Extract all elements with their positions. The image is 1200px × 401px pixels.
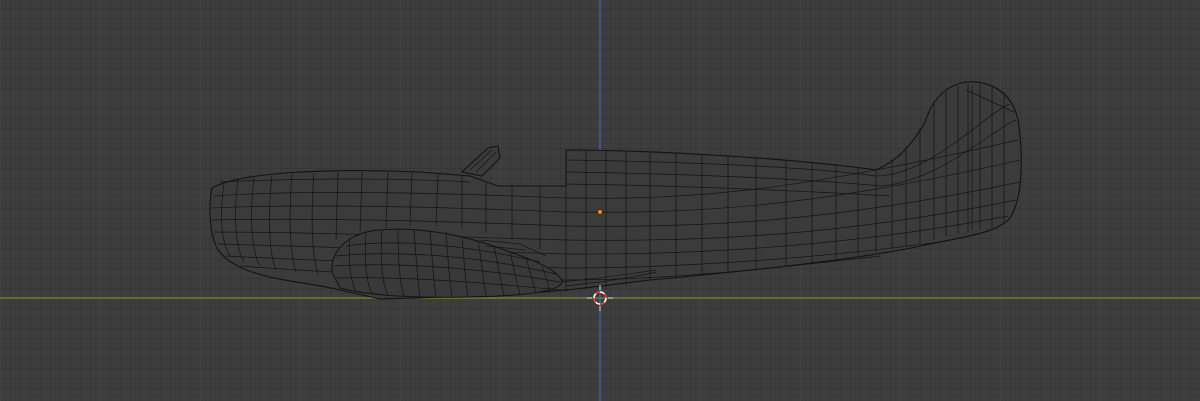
fuselage-mesh[interactable] xyxy=(209,81,1022,300)
windscreen xyxy=(460,145,501,177)
object-origin-icon[interactable] xyxy=(597,209,603,215)
3d-viewport[interactable] xyxy=(0,0,1200,401)
viewport-scene[interactable] xyxy=(0,0,1200,401)
